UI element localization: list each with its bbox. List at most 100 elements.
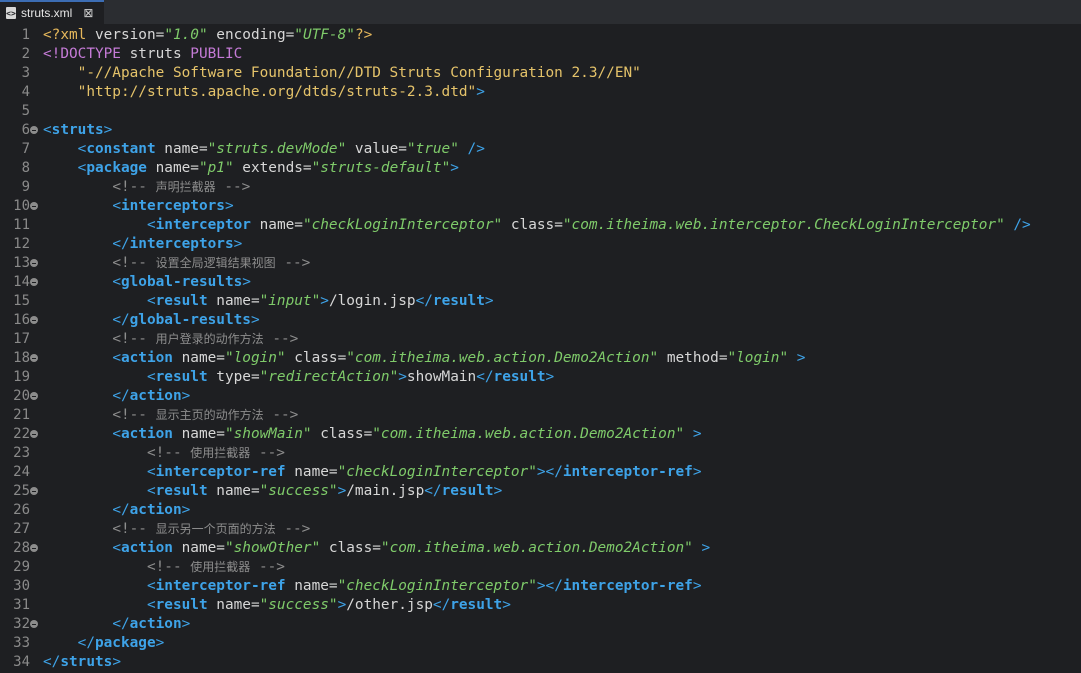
- code-token: result: [432, 293, 485, 309]
- code-line[interactable]: <!-- 声明拦截器 -->: [43, 178, 250, 197]
- code-token: name=: [155, 141, 208, 157]
- code-token: >: [112, 654, 121, 670]
- code-token: "com.itheima.web.interceptor.CheckLoginI…: [562, 217, 1005, 233]
- line-number: 32: [13, 616, 30, 632]
- code-token: <: [112, 274, 121, 290]
- fold-toggle-icon[interactable]: [30, 354, 38, 362]
- code-line[interactable]: <action name="showOther" class="com.ithe…: [43, 539, 710, 558]
- code-line[interactable]: </global-results>: [43, 311, 259, 330]
- code-token: global-results: [129, 312, 251, 328]
- code-line[interactable]: <!-- 使用拦截器 -->: [43, 558, 285, 577]
- code-line[interactable]: <interceptor name="checkLoginInterceptor…: [43, 216, 1031, 235]
- code-token: >: [692, 578, 702, 594]
- fold-toggle-icon[interactable]: [30, 544, 38, 552]
- code-line[interactable]: </struts>: [43, 653, 121, 672]
- code-line[interactable]: <!-- 显示主页的动作方法 -->: [43, 406, 298, 425]
- code-token: <: [112, 426, 121, 442]
- code-token: -->: [275, 255, 311, 271]
- code-line[interactable]: "-//Apache Software Foundation//DTD Stru…: [43, 64, 641, 83]
- code-line[interactable]: <!DOCTYPE struts PUBLIC: [43, 45, 242, 64]
- code-line[interactable]: <!-- 使用拦截器 -->: [43, 444, 285, 463]
- fold-toggle-icon[interactable]: [30, 316, 38, 324]
- code-token: ?>: [354, 27, 373, 43]
- code-line[interactable]: <result type="redirectAction">showMain</…: [43, 368, 554, 387]
- code-line[interactable]: </action>: [43, 387, 190, 406]
- code-token: -->: [263, 331, 299, 347]
- code-line[interactable]: <interceptors>: [43, 197, 233, 216]
- fold-toggle-icon[interactable]: [30, 126, 38, 134]
- code-line[interactable]: <!-- 用户登录的动作方法 -->: [43, 330, 298, 349]
- fold-toggle-icon[interactable]: [30, 259, 38, 267]
- code-line[interactable]: </action>: [43, 501, 190, 520]
- fold-toggle-icon[interactable]: [30, 487, 38, 495]
- code-line[interactable]: <result name="success">/other.jsp</resul…: [43, 596, 511, 615]
- code-line[interactable]: <result name="success">/main.jsp</result…: [43, 482, 502, 501]
- code-token: </: [476, 369, 494, 385]
- line-number: 1: [21, 27, 30, 43]
- code-line[interactable]: <constant name="struts.devMode" value="t…: [43, 140, 485, 159]
- code-token: xml: [60, 27, 87, 43]
- fold-toggle-icon[interactable]: [30, 202, 38, 210]
- code-token: result: [450, 597, 503, 613]
- tab-struts-xml[interactable]: <> struts.xml ⊠: [0, 0, 104, 24]
- close-icon[interactable]: ⊠: [83, 6, 93, 20]
- code-token: version=: [86, 27, 165, 43]
- code-token: >: [233, 236, 243, 252]
- code-token: -->: [263, 407, 299, 423]
- code-line[interactable]: "http://struts.apache.org/dtds/struts-2.…: [43, 83, 485, 102]
- code-line[interactable]: <!-- 设置全局逻辑结果视图 -->: [43, 254, 310, 273]
- code-line[interactable]: </action>: [43, 615, 190, 634]
- code-line[interactable]: <struts>: [43, 121, 112, 140]
- code-line[interactable]: <interceptor-ref name="checkLoginInterce…: [43, 577, 702, 596]
- fold-toggle-icon[interactable]: [30, 392, 38, 400]
- code-line[interactable]: <!-- 显示另一个页面的方法 -->: [43, 520, 310, 539]
- code-token: >: [155, 635, 165, 651]
- code-editor[interactable]: 1 2 3 4 5 6 7 8 9 10 11 12 13 14 15 16 17 18 19 20 21 22 23 24 2…: [0, 26, 1081, 673]
- code-token: "struts-default": [311, 160, 451, 176]
- code-token: global-results: [120, 274, 243, 290]
- code-line[interactable]: <?xml version="1.0" encoding="UTF-8"?>: [43, 26, 372, 45]
- fold-toggle-icon[interactable]: [30, 620, 38, 628]
- xml-file-icon: <>: [6, 7, 16, 19]
- code-token: name=: [207, 597, 260, 613]
- code-token: action: [129, 616, 182, 632]
- code-token: /main.jsp: [346, 483, 425, 499]
- line-number: 9: [21, 179, 30, 195]
- code-token: name=: [207, 483, 260, 499]
- code-line[interactable]: <result name="input">/login.jsp</result>: [43, 292, 494, 311]
- code-line[interactable]: <package name="p1" extends="struts-defau…: [43, 159, 459, 178]
- code-token: name=: [285, 578, 338, 594]
- code-token: name=: [172, 540, 225, 556]
- code-token: "true": [406, 141, 459, 157]
- code-token: "p1": [198, 160, 234, 176]
- code-token: <: [146, 293, 156, 309]
- code-line[interactable]: </package>: [43, 634, 165, 653]
- line-number: 22: [13, 426, 30, 442]
- code-token: 用户登录的动作方法: [155, 332, 264, 346]
- fold-toggle-icon[interactable]: [30, 430, 38, 438]
- code-token: interceptor: [155, 217, 251, 233]
- code-line[interactable]: <interceptor-ref name="checkLoginInterce…: [43, 463, 702, 482]
- code-token: name=: [285, 464, 338, 480]
- code-token: /other.jsp: [346, 597, 433, 613]
- code-line[interactable]: <action name="showMain" class="com.ithei…: [43, 425, 701, 444]
- code-token: name=: [146, 160, 199, 176]
- line-number: 11: [13, 217, 30, 233]
- fold-toggle-icon[interactable]: [30, 278, 38, 286]
- code-line[interactable]: <global-results>: [43, 273, 251, 292]
- code-token: "success": [259, 483, 338, 499]
- code-token: "showOther": [224, 540, 321, 556]
- code-line[interactable]: </interceptors>: [43, 235, 242, 254]
- code-token: struts: [120, 46, 191, 62]
- code-line[interactable]: <action name="login" class="com.itheima.…: [43, 349, 805, 368]
- code-token: action: [120, 426, 173, 442]
- code-token: <: [146, 464, 156, 480]
- code-token: "showMain": [224, 426, 312, 442]
- code-token: interceptor-ref: [562, 464, 693, 480]
- code-token: >: [398, 369, 407, 385]
- code-token: package: [86, 160, 147, 176]
